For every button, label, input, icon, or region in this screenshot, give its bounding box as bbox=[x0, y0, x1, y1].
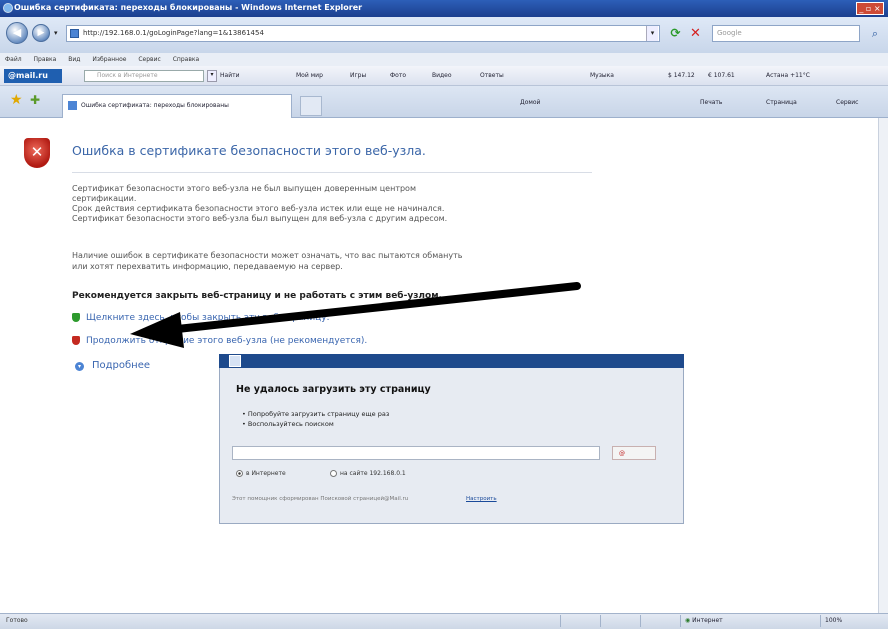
security-zone[interactable]: ◉ Интернет bbox=[680, 615, 800, 627]
zone-label: Интернет bbox=[692, 617, 723, 624]
annotation-arrow-icon bbox=[130, 282, 581, 348]
status-cell-1 bbox=[560, 615, 600, 627]
status-text: Готово bbox=[6, 617, 28, 624]
zoom-value: 100% bbox=[825, 617, 843, 624]
zoom-level[interactable]: 100% bbox=[820, 615, 880, 627]
status-cell-3 bbox=[640, 615, 680, 627]
status-cell-2 bbox=[600, 615, 640, 627]
ie-window: Ошибка сертификата: переходы блокированы… bbox=[0, 0, 888, 629]
